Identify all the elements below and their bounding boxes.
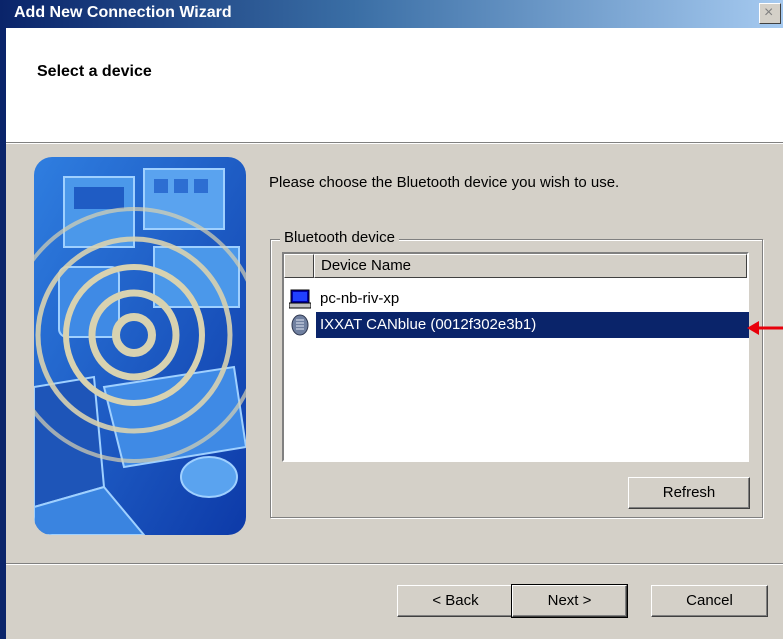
bluetooth-illustration	[34, 157, 246, 535]
cancel-button[interactable]: Cancel	[651, 585, 768, 617]
wizard-header: Select a device	[6, 28, 783, 142]
list-item[interactable]: pc-nb-riv-xp	[286, 286, 749, 312]
wizard-window: Add New Connection Wizard × Select a dev…	[0, 0, 783, 639]
computer-icon	[289, 289, 311, 309]
close-icon: ×	[764, 4, 774, 21]
next-button[interactable]: Next >	[511, 584, 628, 618]
close-button[interactable]: ×	[759, 3, 781, 24]
back-button[interactable]: < Back	[397, 585, 514, 617]
bluetooth-illustration-icon	[34, 157, 246, 535]
red-arrow-icon	[747, 321, 783, 335]
group-label: Bluetooth device	[280, 229, 399, 246]
column-header-device-name[interactable]: Device Name	[314, 254, 747, 278]
bluetooth-device-icon	[291, 314, 309, 336]
list-item-selected[interactable]: IXXAT CANblue (0012f302e3b1)	[286, 312, 749, 338]
page-title: Select a device	[37, 63, 152, 80]
column-header-icon[interactable]	[284, 254, 314, 278]
title-bar[interactable]: Add New Connection Wizard ×	[0, 0, 783, 28]
refresh-button[interactable]: Refresh	[628, 477, 750, 509]
footer-divider	[6, 563, 783, 565]
device-name: pc-nb-riv-xp	[320, 290, 400, 307]
header-divider	[6, 142, 783, 144]
device-list[interactable]: Device Name pc-nb-riv-xp IXXAT CANblue (…	[282, 252, 749, 462]
device-name: IXXAT CANblue (0012f302e3b1)	[316, 315, 541, 334]
instruction-text: Please choose the Bluetooth device you w…	[269, 174, 620, 191]
window-title: Add New Connection Wizard	[14, 4, 232, 21]
